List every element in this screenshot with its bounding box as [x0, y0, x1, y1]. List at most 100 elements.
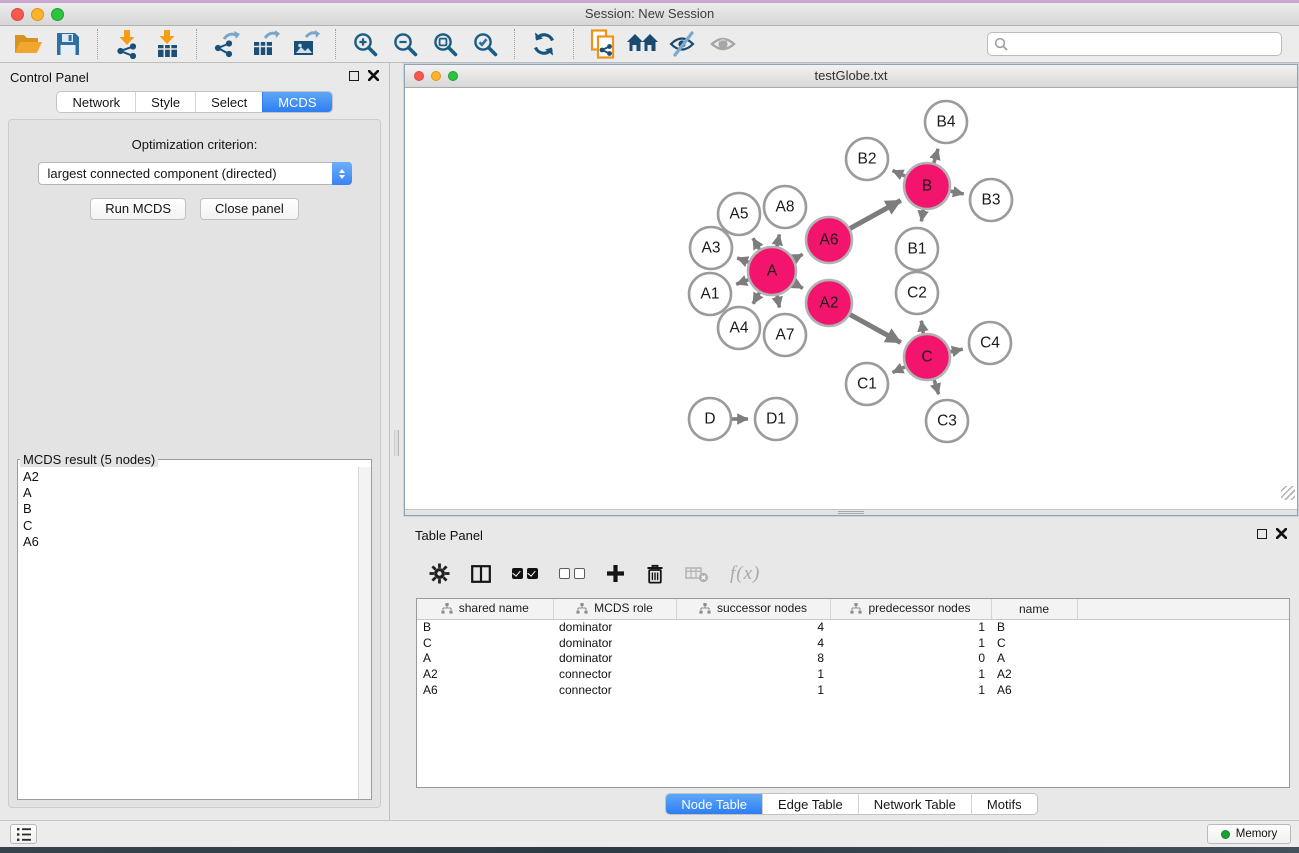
tab-node-table[interactable]: Node Table	[666, 794, 762, 814]
table-cell[interactable]: 1	[830, 682, 991, 698]
table-cell[interactable]: A6	[417, 682, 553, 698]
search-input[interactable]	[1012, 37, 1275, 51]
show-hidden-icon[interactable]	[703, 28, 743, 60]
settings-gear-icon[interactable]	[429, 563, 450, 584]
graph-node-D1[interactable]: D1	[755, 398, 797, 440]
graph-edge-B-B4[interactable]	[934, 149, 938, 163]
network-zoom-button[interactable]	[448, 71, 458, 81]
import-table-icon[interactable]	[147, 28, 187, 60]
tab-style[interactable]: Style	[135, 92, 195, 112]
table-cell[interactable]: A	[417, 651, 553, 667]
zoom-out-icon[interactable]	[385, 28, 425, 60]
close-panel-button[interactable]: Close panel	[200, 198, 299, 220]
tab-select[interactable]: Select	[195, 92, 262, 112]
graph-edge-C-C1[interactable]	[893, 367, 906, 373]
delete-table-icon[interactable]	[685, 565, 709, 583]
close-table-panel-icon[interactable]	[1276, 528, 1287, 539]
table-cell[interactable]: 8	[676, 651, 830, 667]
export-image-icon[interactable]	[286, 28, 326, 60]
tab-network-table[interactable]: Network Table	[858, 794, 971, 814]
table-cell[interactable]: connector	[553, 682, 676, 698]
optimization-criterion-dropdown[interactable]: largest connected component (directed)	[38, 162, 352, 185]
tab-edge-table[interactable]: Edge Table	[762, 794, 858, 814]
graph-node-C3[interactable]: C3	[926, 400, 968, 442]
table-row[interactable]: A2connector11A2	[417, 666, 1289, 682]
graph-node-A7[interactable]: A7	[764, 314, 806, 356]
graph-edge-A6-B[interactable]	[850, 200, 901, 228]
mcds-result-item[interactable]: A6	[23, 534, 353, 550]
graph-edge-B-B3[interactable]	[950, 191, 963, 194]
window-resize-grip[interactable]	[1281, 486, 1295, 500]
graph-edge-A2-C[interactable]	[850, 315, 901, 343]
panel-splitter-handle[interactable]	[394, 430, 399, 456]
graph-edge-A-A5[interactable]	[753, 238, 759, 249]
graph-node-B4[interactable]: B4	[925, 101, 967, 143]
column-shared-name[interactable]: shared name	[417, 599, 553, 619]
mcds-result-scrollbar[interactable]	[358, 467, 371, 799]
graph-node-B1[interactable]: B1	[896, 228, 938, 270]
graph-node-A6[interactable]: A6	[806, 217, 852, 263]
graph-edge-A-A4[interactable]	[753, 293, 759, 304]
mcds-result-list[interactable]: A2ABCA6	[18, 467, 358, 799]
table-cell[interactable]: connector	[553, 666, 676, 682]
tab-network[interactable]: Network	[57, 92, 135, 112]
table-cell[interactable]: 1	[830, 619, 991, 635]
table-cell[interactable]: A6	[991, 682, 1077, 698]
export-table-icon[interactable]	[246, 28, 286, 60]
table-cell[interactable]: C	[417, 635, 553, 651]
function-builder-icon[interactable]: f(x)	[730, 563, 760, 585]
select-all-columns-icon[interactable]	[512, 568, 538, 579]
table-cell[interactable]: C	[991, 635, 1077, 651]
minimize-window-button[interactable]	[31, 8, 44, 21]
tab-motifs[interactable]: Motifs	[971, 794, 1037, 814]
table-row[interactable]: Cdominator41C	[417, 635, 1289, 651]
graph-node-A8[interactable]: A8	[764, 186, 806, 228]
table-cell[interactable]: 1	[830, 666, 991, 682]
hide-selected-icon[interactable]	[663, 28, 703, 60]
table-cell[interactable]: 4	[676, 635, 830, 651]
graph-node-A5[interactable]: A5	[718, 193, 760, 235]
table-row[interactable]: Adominator80A	[417, 651, 1289, 667]
graph-node-C1[interactable]: C1	[846, 363, 888, 405]
column-name[interactable]: name	[991, 599, 1077, 619]
graph-node-A3[interactable]: A3	[690, 227, 732, 269]
table-cell[interactable]: dominator	[553, 635, 676, 651]
column-mcds-role[interactable]: MCDS role	[553, 599, 676, 619]
graph-node-B3[interactable]: B3	[970, 179, 1012, 221]
network-bottom-handle[interactable]	[838, 511, 864, 514]
table-cell[interactable]: dominator	[553, 619, 676, 635]
table-cell[interactable]: 1	[676, 682, 830, 698]
search-field[interactable]	[987, 32, 1282, 56]
mcds-result-item[interactable]: A	[23, 485, 353, 501]
column-predecessor-nodes[interactable]: predecessor nodes	[830, 599, 991, 619]
window-titlebar[interactable]: Session: New Session	[0, 3, 1299, 26]
graph-node-B2[interactable]: B2	[846, 138, 888, 180]
graph-node-C4[interactable]: C4	[969, 322, 1011, 364]
network-canvas[interactable]: B4B2BB3A5A8A6A3AB1A1A2C2A4A7C4CC1DD1C3	[405, 89, 1297, 508]
network-close-button[interactable]	[414, 71, 424, 81]
add-row-icon[interactable]	[606, 564, 625, 583]
graph-node-C[interactable]: C	[904, 334, 950, 380]
close-window-button[interactable]	[11, 8, 24, 21]
graph-node-A4[interactable]: A4	[718, 307, 760, 349]
task-history-button[interactable]	[10, 824, 37, 844]
table-cell[interactable]: A	[991, 651, 1077, 667]
tab-mcds[interactable]: MCDS	[262, 92, 331, 112]
table-row[interactable]: Bdominator41B	[417, 619, 1289, 635]
export-network-icon[interactable]	[206, 28, 246, 60]
graph-edge-A-A6[interactable]	[794, 254, 803, 259]
mcds-result-item[interactable]: B	[23, 501, 353, 517]
new-network-from-selection-icon[interactable]	[583, 28, 623, 60]
table-cell[interactable]: B	[417, 619, 553, 635]
table-cell[interactable]: 0	[830, 651, 991, 667]
zoom-selected-icon[interactable]	[465, 28, 505, 60]
delete-row-icon[interactable]	[646, 564, 664, 584]
table-cell[interactable]: 1	[830, 635, 991, 651]
refresh-view-icon[interactable]	[524, 28, 564, 60]
float-table-panel-icon[interactable]	[1257, 529, 1267, 539]
close-panel-icon[interactable]	[368, 70, 379, 81]
graph-edge-B-B1[interactable]	[921, 210, 923, 222]
open-session-icon[interactable]	[8, 28, 48, 60]
graph-node-A1[interactable]: A1	[689, 273, 731, 315]
graph-node-B[interactable]: B	[904, 163, 950, 209]
